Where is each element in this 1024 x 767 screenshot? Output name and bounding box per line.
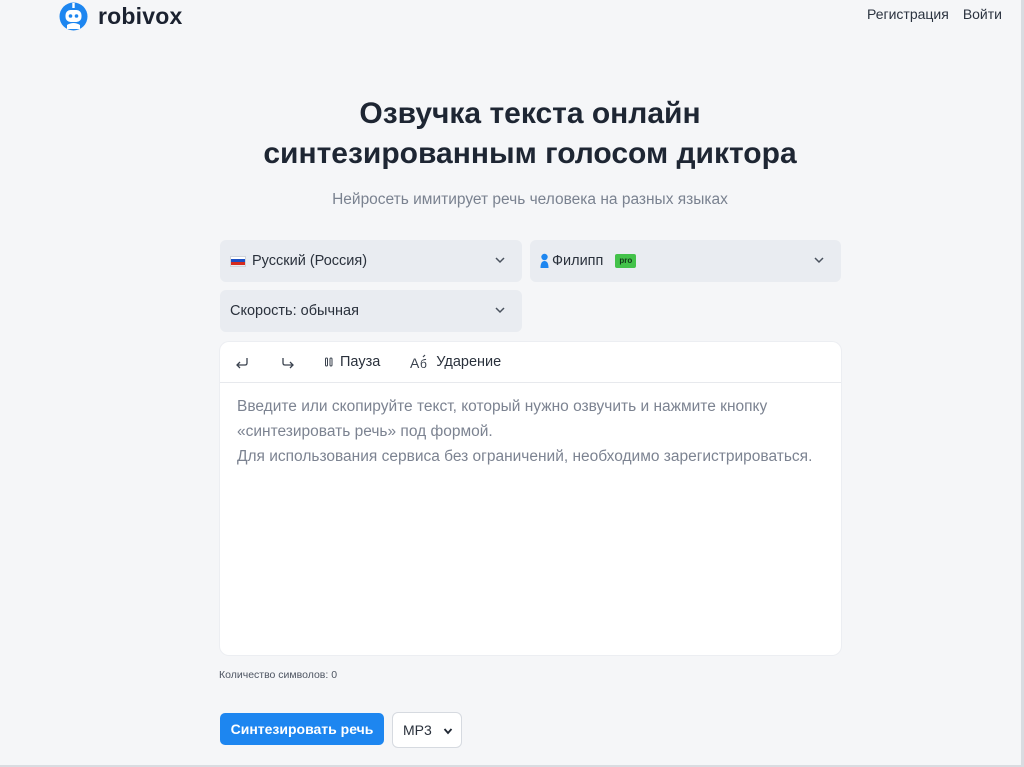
person-icon: [540, 253, 549, 268]
chevron-down-icon: [814, 257, 824, 264]
russia-flag-icon: [230, 255, 246, 267]
editor-toolbar: Пауза А б Ударение: [220, 342, 841, 383]
page-title: Озвучка текста онлайн синтезированным го…: [0, 94, 1024, 174]
chevron-down-icon: [495, 307, 505, 314]
site-header: robivox Регистрация Войти: [0, 0, 1024, 34]
language-select-value: Русский (Россия): [252, 253, 368, 269]
redo-button[interactable]: [280, 355, 296, 369]
voice-select[interactable]: Филипп pro: [530, 240, 841, 282]
pause-label: Пауза: [340, 354, 381, 370]
voice-select-value: Филипп: [552, 253, 604, 269]
stress-mark-icon: А б: [410, 354, 427, 370]
page-title-line-2: синтезированным голосом диктора: [263, 137, 797, 170]
format-select-value: MP3: [403, 722, 432, 738]
page-subtitle: Нейросеть имитирует речь человека на раз…: [332, 191, 728, 208]
undo-icon: [236, 358, 248, 369]
text-editor: Пауза А б Ударение Введите или скопируйт…: [220, 342, 841, 655]
pro-badge: pro: [615, 254, 637, 268]
chevron-down-icon: [443, 728, 453, 735]
speed-select-value: Скорость: обычная: [230, 303, 359, 319]
pause-icon: [325, 357, 333, 367]
character-counter: Количество символов: 0: [219, 669, 338, 681]
register-link[interactable]: Регистрация: [867, 6, 949, 22]
brand-name: robivox: [98, 3, 183, 29]
robot-logo-icon: [58, 1, 89, 32]
speed-select[interactable]: Скорость: обычная: [220, 290, 522, 332]
login-link[interactable]: Войти: [963, 6, 1002, 22]
svg-text:А: А: [410, 355, 420, 370]
undo-button[interactable]: [234, 355, 250, 369]
language-select[interactable]: Русский (Россия): [220, 240, 522, 282]
page-title-line-1: Озвучка текста онлайн: [359, 97, 701, 130]
brand-logo[interactable]: robivox: [58, 1, 182, 32]
chevron-down-icon: [495, 257, 505, 264]
pause-button[interactable]: Пауза: [324, 354, 380, 370]
synthesize-button[interactable]: Синтезировать речь: [220, 713, 384, 745]
svg-text:б: б: [420, 357, 427, 370]
redo-icon: [282, 358, 294, 369]
format-select[interactable]: MP3: [392, 712, 462, 748]
stress-label: Ударение: [436, 354, 502, 370]
text-input-area[interactable]: Введите или скопируйте текст, который ну…: [237, 394, 817, 634]
header-nav: Регистрация Войти: [867, 6, 1002, 22]
stress-button[interactable]: А б Ударение: [410, 354, 501, 370]
